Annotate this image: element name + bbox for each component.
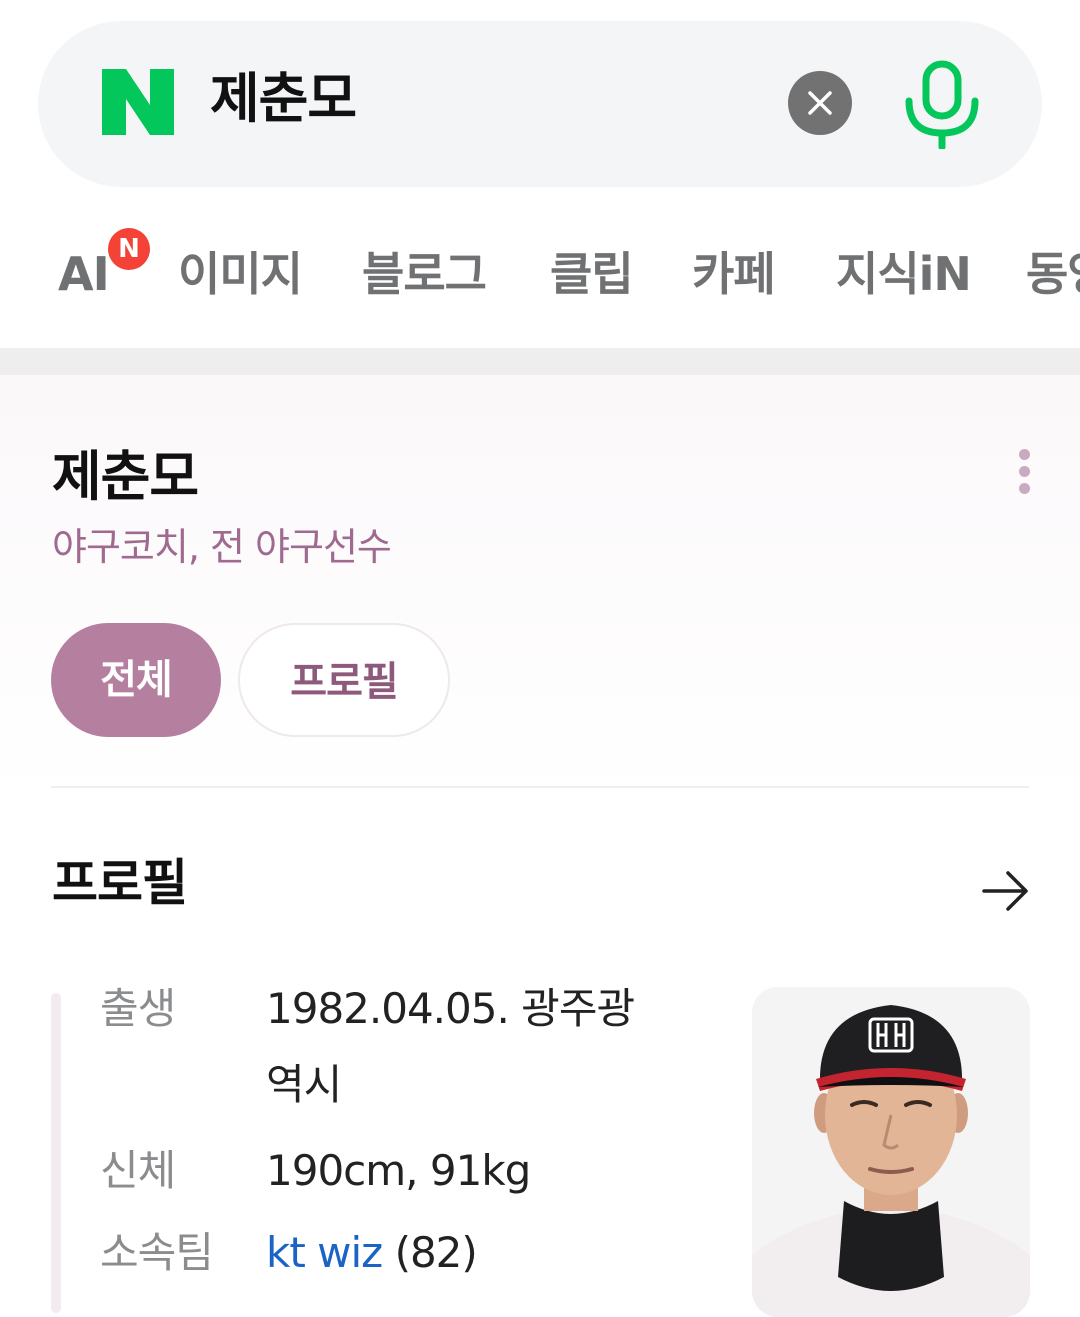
section-divider (0, 348, 1080, 375)
search-input[interactable]: 제춘모 (210, 66, 357, 132)
tab-video[interactable]: 동영 (1026, 246, 1080, 302)
tab-ai[interactable]: AI (58, 246, 110, 302)
chip-all[interactable]: 전체 (51, 623, 221, 737)
team-label: 소속팀 (100, 1228, 214, 1277)
search-bar: 제춘모 (38, 21, 1042, 187)
chip-profile[interactable]: 프로필 (238, 623, 450, 737)
birth-value-line1: 1982.04.05. 광주광 (266, 984, 635, 1033)
naver-logo[interactable] (102, 69, 174, 135)
body-label: 신체 (100, 1146, 176, 1195)
entity-card: 제춘모 야구코치, 전 야구선수 전체 프로필 프로필 출생 1982.04.0… (0, 375, 1080, 1317)
new-badge: N (108, 228, 150, 270)
divider (51, 786, 1029, 788)
team-value: kt wiz (82) (266, 1215, 706, 1291)
tab-blog[interactable]: 블로그 (362, 246, 487, 302)
tab-cafe[interactable]: 카페 (692, 246, 776, 302)
team-number: (82) (394, 1228, 478, 1277)
arrow-right-icon[interactable] (982, 869, 1030, 913)
tab-knowledge-in[interactable]: 지식iN (836, 246, 972, 302)
profile-photo[interactable] (752, 987, 1030, 1317)
search-tabs: AI N 이미지 블로그 클립 카페 지식iN 동영 (0, 214, 1080, 336)
close-icon (808, 91, 832, 115)
more-options-icon[interactable] (1012, 449, 1036, 497)
team-link[interactable]: kt wiz (266, 1228, 383, 1277)
profile-accent-bar (51, 993, 61, 1313)
tab-images[interactable]: 이미지 (178, 246, 303, 302)
birth-label: 출생 (100, 984, 176, 1033)
tab-ai-label: AI (58, 247, 110, 301)
entity-subtitle: 야구코치, 전 야구선수 (52, 525, 392, 569)
birth-value-line2: 역시 (266, 1060, 342, 1109)
clear-search-button[interactable] (788, 71, 852, 135)
microphone-icon[interactable] (902, 59, 982, 149)
entity-name: 제춘모 (52, 445, 199, 508)
tab-clip[interactable]: 클립 (550, 246, 634, 302)
player-portrait-image (752, 987, 1030, 1317)
body-value: 190cm, 91kg (266, 1146, 531, 1195)
birth-value: 1982.04.05. 광주광 역시 (266, 971, 706, 1123)
profile-section-title: 프로필 (52, 854, 188, 912)
